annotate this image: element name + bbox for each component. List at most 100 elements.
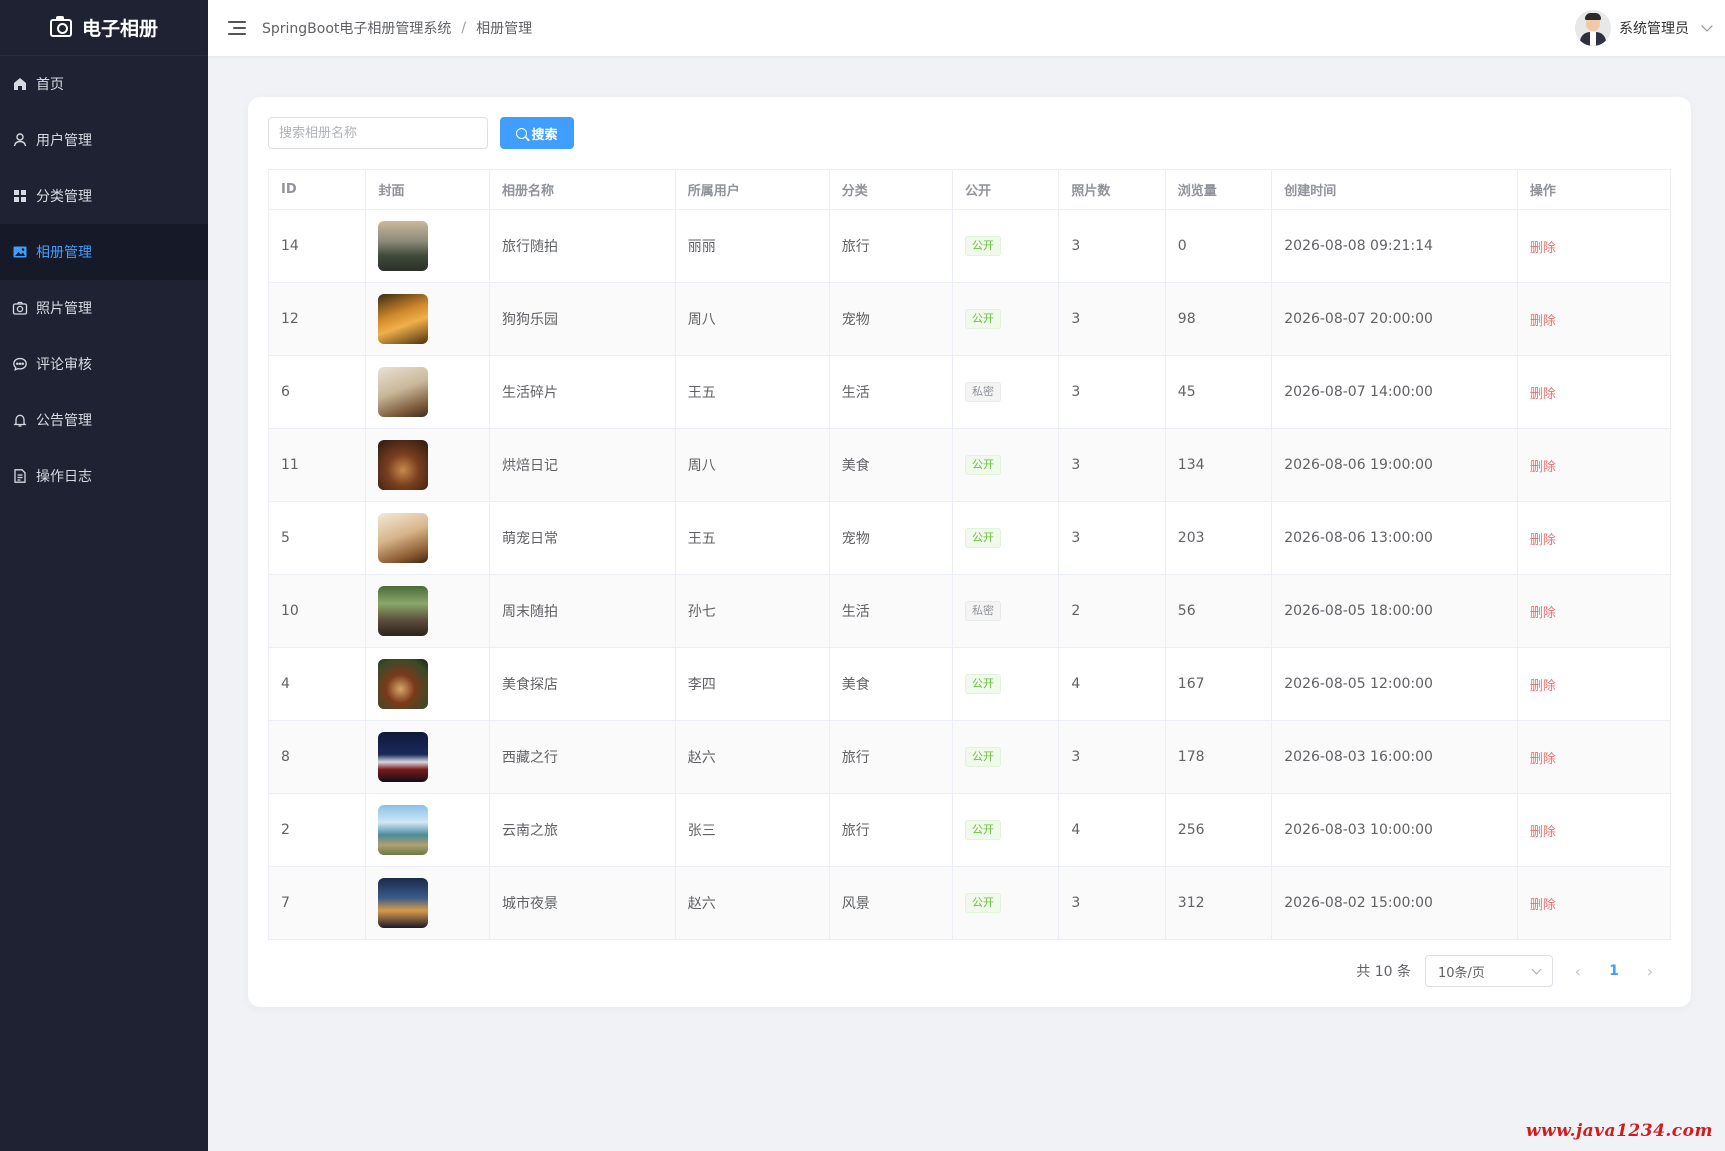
sidebar-item-6[interactable]: 公告管理 — [0, 392, 208, 448]
view-count: 45 — [1164, 355, 1273, 429]
delete-button[interactable]: 删除 — [1530, 314, 1556, 329]
column-header: 分类 — [828, 169, 953, 210]
column-header: ID — [267, 169, 367, 210]
cover-image[interactable] — [378, 221, 429, 271]
cover-image[interactable] — [378, 805, 429, 855]
sidebar-item-label: 用户管理 — [36, 133, 92, 149]
column-header: 操作 — [1516, 169, 1672, 210]
bell-icon — [12, 412, 28, 428]
delete-button[interactable]: 删除 — [1530, 460, 1556, 475]
column-header: 相册名称 — [488, 169, 676, 210]
delete-button[interactable]: 删除 — [1530, 241, 1556, 256]
table-row: 5 萌宠日常 王五 宠物 公开 3 203 2026-08-06 13:00:00 删除 — [267, 501, 1672, 575]
user-icon — [12, 132, 28, 148]
album-owner: 王五 — [674, 501, 830, 575]
sidebar-item-2[interactable]: 分类管理 — [0, 168, 208, 224]
sidebar-item-4[interactable]: 照片管理 — [0, 280, 208, 336]
delete-button[interactable]: 删除 — [1530, 752, 1556, 767]
page-size-select[interactable]: 10条/页 — [1425, 955, 1553, 987]
app-logo[interactable]: 电子相册 — [0, 0, 208, 56]
album-category: 旅行 — [828, 793, 953, 867]
created-time: 2026-08-06 19:00:00 — [1271, 428, 1518, 502]
user-name[interactable]: 系统管理员 — [1619, 18, 1689, 38]
album-id: 12 — [267, 282, 367, 356]
delete-button[interactable]: 删除 — [1530, 679, 1556, 694]
menu-toggle-icon[interactable] — [228, 21, 246, 35]
delete-button[interactable]: 删除 — [1530, 533, 1556, 548]
album-id: 8 — [267, 720, 367, 794]
search-icon — [516, 127, 528, 139]
camera-logo-icon — [49, 15, 72, 37]
cover-image[interactable] — [378, 440, 429, 490]
cover-cell — [365, 866, 490, 940]
cover-image[interactable] — [378, 878, 429, 928]
visibility-cell: 公开 — [951, 209, 1060, 283]
delete-button[interactable]: 删除 — [1530, 898, 1556, 913]
cover-image[interactable] — [378, 586, 429, 636]
breadcrumb-root[interactable]: SpringBoot电子相册管理系统 — [262, 18, 451, 38]
delete-button[interactable]: 删除 — [1530, 606, 1556, 621]
action-cell: 删除 — [1516, 574, 1672, 648]
prev-page-button[interactable]: ‹ — [1567, 962, 1589, 981]
album-category: 宠物 — [828, 282, 953, 356]
cover-image[interactable] — [378, 732, 429, 782]
cover-image[interactable] — [378, 294, 429, 344]
breadcrumb-current: 相册管理 — [476, 21, 533, 37]
sidebar-item-7[interactable]: 操作日志 — [0, 448, 208, 504]
table-row: 11 烘焙日记 周八 美食 公开 3 134 2026-08-06 19:00:00 删除 — [267, 428, 1672, 502]
album-id: 7 — [267, 866, 367, 940]
view-count: 256 — [1164, 793, 1273, 867]
sidebar-item-0[interactable]: 首页 — [0, 56, 208, 112]
chevron-down-icon[interactable] — [1701, 20, 1713, 32]
column-header: 所属用户 — [674, 169, 830, 210]
table-row: 12 狗狗乐园 周八 宠物 公开 3 98 2026-08-07 20:00:00 删除 — [267, 282, 1672, 356]
cover-image[interactable] — [378, 367, 429, 417]
album-owner: 赵六 — [674, 866, 830, 940]
album-name: 萌宠日常 — [488, 501, 676, 575]
cover-cell — [365, 428, 490, 502]
album-category: 旅行 — [828, 720, 953, 794]
top-header: SpringBoot电子相册管理系统 / 相册管理 系统管理员 — [208, 0, 1725, 56]
sidebar-item-5[interactable]: 评论审核 — [0, 336, 208, 392]
created-time: 2026-08-03 16:00:00 — [1271, 720, 1518, 794]
created-time: 2026-08-07 14:00:00 — [1271, 355, 1518, 429]
cover-cell — [365, 501, 490, 575]
sidebar-item-label: 评论审核 — [36, 357, 92, 373]
visibility-cell: 私密 — [951, 574, 1060, 648]
sidebar-item-1[interactable]: 用户管理 — [0, 112, 208, 168]
sidebar-item-label: 首页 — [36, 77, 64, 93]
page-number-current[interactable]: 1 — [1603, 963, 1625, 979]
action-cell: 删除 — [1516, 501, 1672, 575]
photo-count: 4 — [1058, 647, 1166, 721]
next-page-button[interactable]: › — [1639, 962, 1661, 981]
view-count: 134 — [1164, 428, 1273, 502]
cover-cell — [365, 647, 490, 721]
album-category: 宠物 — [828, 501, 953, 575]
action-cell: 删除 — [1516, 647, 1672, 721]
table-row: 2 云南之旅 张三 旅行 公开 4 256 2026-08-03 10:00:00 删除 — [267, 793, 1672, 867]
sidebar-item-label: 相册管理 — [36, 245, 92, 261]
sidebar-item-3[interactable]: 相册管理 — [0, 224, 208, 280]
album-name: 旅行随拍 — [488, 209, 676, 283]
cover-image[interactable] — [378, 659, 429, 709]
search-input[interactable] — [268, 117, 488, 149]
cover-image[interactable] — [378, 513, 429, 563]
photo-count: 3 — [1058, 355, 1166, 429]
watermark: www.java1234.com — [1525, 1121, 1713, 1141]
album-owner: 赵六 — [674, 720, 830, 794]
delete-button[interactable]: 删除 — [1530, 825, 1556, 840]
chevron-down-icon — [1531, 964, 1542, 974]
user-menu[interactable]: 系统管理员 — [1575, 0, 1713, 56]
delete-button[interactable]: 删除 — [1530, 387, 1556, 402]
album-id: 11 — [267, 428, 367, 502]
album-name: 周末随拍 — [488, 574, 676, 648]
table-row: 14 旅行随拍 丽丽 旅行 公开 3 0 2026-08-08 09:21:14 删除 — [267, 209, 1672, 283]
view-count: 178 — [1164, 720, 1273, 794]
cover-cell — [365, 720, 490, 794]
table-body: 14 旅行随拍 丽丽 旅行 公开 3 0 2026-08-08 09:21:14 删除 12 狗狗乐… — [267, 209, 1672, 940]
search-button[interactable]: 搜索 — [500, 117, 574, 149]
avatar[interactable] — [1575, 10, 1611, 46]
camera-icon — [12, 300, 28, 316]
visibility-badge: 公开 — [964, 309, 1001, 329]
album-category: 旅行 — [828, 209, 953, 283]
